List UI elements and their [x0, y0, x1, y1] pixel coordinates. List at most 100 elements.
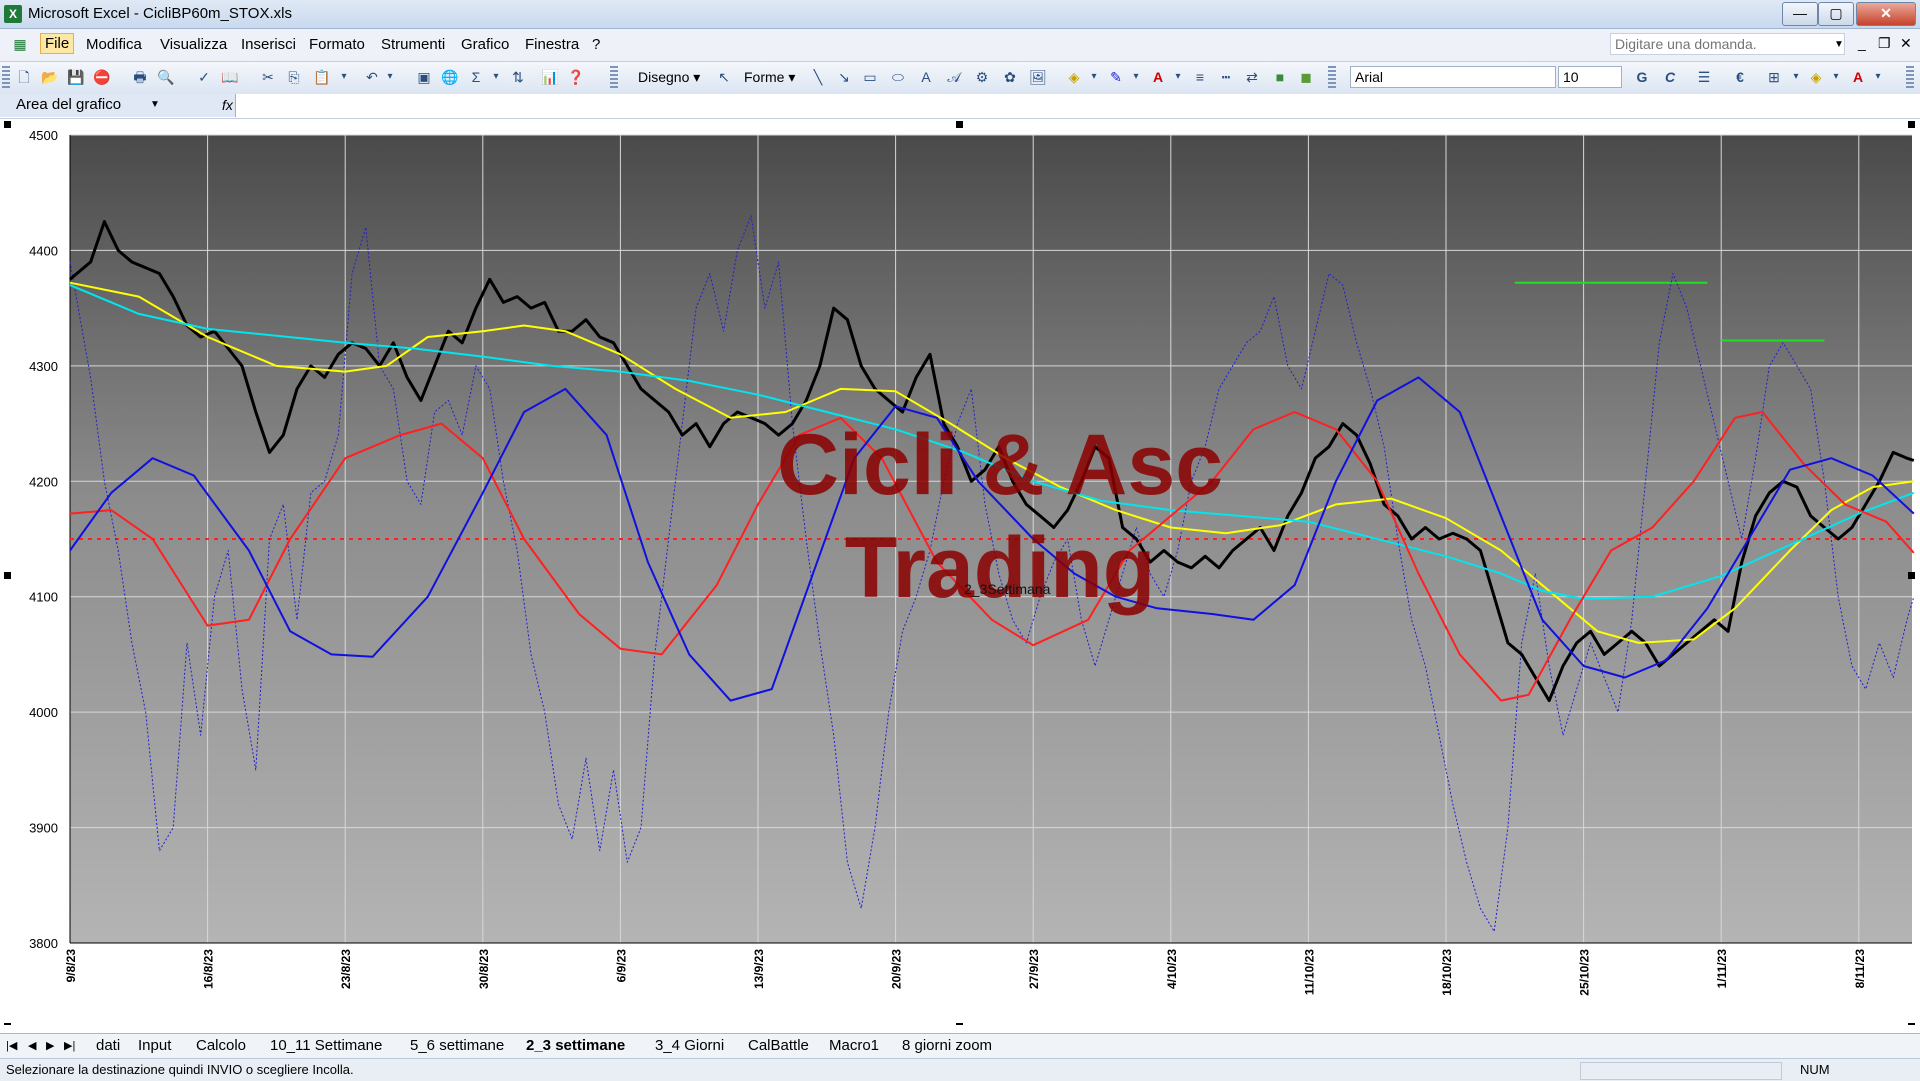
spelling-icon[interactable]: ✓: [194, 67, 214, 87]
bold-button[interactable]: G: [1632, 67, 1652, 87]
first-sheet-icon[interactable]: |◀: [6, 1039, 17, 1052]
selection-handle-tl[interactable]: [4, 121, 11, 128]
help-question-input[interactable]: [1610, 33, 1845, 55]
chart-svg[interactable]: 3800 3900 4000 4100 4200 4300 4400 4500 9/8/23 1…: [0, 119, 1920, 1025]
line-style-icon[interactable]: ≡: [1190, 67, 1210, 87]
chart-area[interactable]: 3800 3900 4000 4100 4200 4300 4400 4500 9/8/23 1…: [0, 119, 1920, 1025]
print-preview-icon[interactable]: 🔍: [156, 67, 176, 87]
sheet-tab-dati[interactable]: dati: [96, 1037, 120, 1054]
menu-formato[interactable]: Formato: [309, 36, 365, 53]
font-color-icon[interactable]: A: [1148, 67, 1168, 87]
textbox-tool-icon[interactable]: A: [916, 67, 936, 87]
toolbar-grip[interactable]: [2, 66, 10, 90]
sheet-tab-8-giorni-zoom[interactable]: 8 giorni zoom: [902, 1037, 992, 1054]
open-folder-icon[interactable]: 📂: [40, 67, 60, 87]
minimize-button[interactable]: —: [1782, 2, 1818, 26]
paste-dropdown-icon[interactable]: ▾: [334, 67, 354, 87]
diagram-icon[interactable]: ⚙: [972, 67, 992, 87]
copy-icon[interactable]: ⎘: [284, 67, 304, 87]
name-box[interactable]: Area del grafico ▼: [0, 94, 236, 117]
workbook-minimize-icon[interactable]: _: [1858, 35, 1866, 51]
clipart-icon[interactable]: ✿: [1000, 67, 1020, 87]
autosum-dropdown-icon[interactable]: ▾: [486, 67, 506, 87]
close-button[interactable]: ✕: [1856, 2, 1916, 26]
menu-file[interactable]: File: [40, 33, 75, 54]
print-icon[interactable]: 🖶: [130, 67, 150, 87]
italic-button[interactable]: C: [1660, 67, 1680, 87]
shapes-menu-button[interactable]: Forme ▾: [744, 69, 795, 86]
line-tool-icon[interactable]: ╲: [808, 67, 828, 87]
selection-handle-tr[interactable]: [1908, 121, 1915, 128]
shadow-style-icon[interactable]: ■: [1270, 67, 1290, 87]
sheet-tab-5-6-settimane[interactable]: 5_6 settimane: [410, 1037, 504, 1054]
select-objects-icon[interactable]: ↖: [714, 67, 734, 87]
font-color-dropdown-icon-2[interactable]: ▾: [1868, 67, 1888, 87]
line-color-icon[interactable]: ✎: [1106, 67, 1126, 87]
save-icon[interactable]: 💾: [66, 67, 86, 87]
function-icon[interactable]: fx: [222, 97, 233, 113]
selection-handle-br[interactable]: [1908, 1023, 1915, 1025]
selection-handle-ml[interactable]: [4, 572, 11, 579]
arrow-style-icon[interactable]: ⇄: [1242, 67, 1262, 87]
toolbar-grip-2[interactable]: [610, 66, 618, 90]
currency-button[interactable]: €: [1730, 67, 1750, 87]
maximize-button[interactable]: ▢: [1818, 2, 1854, 26]
undo-icon[interactable]: ↶: [362, 67, 382, 87]
oval-tool-icon[interactable]: ⬭: [888, 67, 908, 87]
3d-style-icon[interactable]: ◼: [1296, 67, 1316, 87]
menu-inserisci[interactable]: Inserisci: [241, 36, 296, 53]
workbook-close-icon[interactable]: ✕: [1900, 35, 1912, 52]
format-object-icon[interactable]: ▣: [414, 67, 434, 87]
rectangle-tool-icon[interactable]: ▭: [860, 67, 880, 87]
arrow-tool-icon[interactable]: ↘: [834, 67, 854, 87]
draw-menu-button[interactable]: Disegno ▾: [638, 69, 700, 86]
menu-finestra[interactable]: Finestra: [525, 36, 579, 53]
borders-dropdown-icon[interactable]: ▾: [1786, 67, 1806, 87]
hyperlink-icon[interactable]: 🌐: [440, 67, 460, 87]
permission-icon[interactable]: ⛔: [92, 67, 112, 87]
last-sheet-icon[interactable]: ▶|: [64, 1039, 75, 1052]
font-color-icon-2[interactable]: A: [1848, 67, 1868, 87]
dash-style-icon[interactable]: ┅: [1216, 67, 1236, 87]
menu-modifica[interactable]: Modifica: [86, 36, 142, 53]
font-color-dropdown-icon[interactable]: ▾: [1168, 67, 1188, 87]
workbook-restore-icon[interactable]: ❐: [1878, 35, 1891, 52]
highlight-color-icon[interactable]: ◈: [1806, 67, 1826, 87]
sheet-tab-10-11-settimane[interactable]: 10_11 Settimane: [270, 1037, 382, 1054]
line-color-dropdown-icon[interactable]: ▾: [1126, 67, 1146, 87]
insert-picture-icon[interactable]: 🖼: [1028, 67, 1048, 87]
menu-strumenti[interactable]: Strumenti: [381, 36, 445, 53]
highlight-dropdown-icon[interactable]: ▾: [1826, 67, 1846, 87]
sheet-tab-input[interactable]: Input: [138, 1037, 171, 1054]
new-document-icon[interactable]: 🗋: [14, 67, 34, 87]
help-icon[interactable]: ❓: [566, 67, 586, 87]
excel-app-icon[interactable]: X: [4, 5, 22, 23]
toolbar-grip-4[interactable]: [1906, 66, 1914, 90]
sheet-tab-2-3-settimane[interactable]: 2_3 settimane: [526, 1037, 625, 1054]
prev-sheet-icon[interactable]: ◀: [28, 1039, 36, 1052]
fill-color-dropdown-icon[interactable]: ▾: [1084, 67, 1104, 87]
sheet-tab-calcolo[interactable]: Calcolo: [196, 1037, 246, 1054]
next-sheet-icon[interactable]: ▶: [46, 1039, 54, 1052]
paste-icon[interactable]: 📋: [312, 67, 332, 87]
font-size-select[interactable]: 10: [1558, 66, 1622, 88]
undo-dropdown-icon[interactable]: ▾: [380, 67, 400, 87]
chart-wizard-icon[interactable]: 📊: [540, 67, 560, 87]
selection-handle-tm[interactable]: [956, 121, 963, 128]
research-icon[interactable]: 📖: [220, 67, 240, 87]
fill-color-icon[interactable]: ◈: [1064, 67, 1084, 87]
sheet-tab-calbattle[interactable]: CalBattle: [748, 1037, 809, 1054]
help-dropdown-icon[interactable]: ▼: [1834, 39, 1844, 50]
borders-icon[interactable]: ⊞: [1764, 67, 1784, 87]
selection-handle-bl[interactable]: [4, 1023, 11, 1025]
toolbar-grip-3[interactable]: [1328, 66, 1336, 90]
cut-icon[interactable]: ✂: [258, 67, 278, 87]
autosum-icon[interactable]: Σ: [466, 67, 486, 87]
sheet-tab-macro1[interactable]: Macro1: [829, 1037, 879, 1054]
selection-handle-bm[interactable]: [956, 1023, 963, 1025]
name-box-dropdown-icon[interactable]: ▼: [150, 94, 160, 116]
menu-grafico[interactable]: Grafico: [461, 36, 509, 53]
selection-handle-mr[interactable]: [1908, 572, 1915, 579]
font-name-select[interactable]: Arial: [1350, 66, 1556, 88]
sheet-tab-3-4-giorni[interactable]: 3_4 Giorni: [655, 1037, 724, 1054]
